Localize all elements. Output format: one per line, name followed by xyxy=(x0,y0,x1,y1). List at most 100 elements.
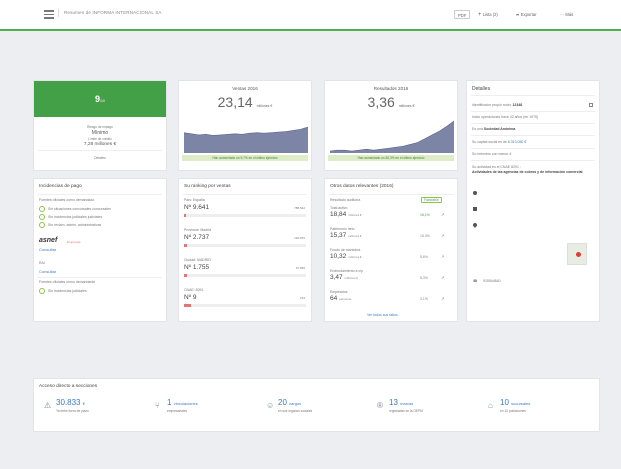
check-icon xyxy=(39,288,45,294)
ranking-label: Provincia: Madrid xyxy=(184,228,212,232)
acceso-sub: Ya debe fuera de plazo xyxy=(56,409,89,413)
ranking-bar xyxy=(184,214,306,217)
riesgo-value: Mínimo xyxy=(91,130,109,136)
acceso-sub: empresariales xyxy=(167,409,188,413)
detalles-card: Detalles Identificador propio ronin: 123… xyxy=(466,80,600,322)
ratio-pct: 16,1% xyxy=(420,213,430,217)
rai-label: RAI xyxy=(39,261,45,265)
add-icon: + xyxy=(478,12,482,18)
ranking-label: Ciudad: MADRID xyxy=(184,258,211,262)
consultar-rai-link[interactable]: Consultar xyxy=(39,269,56,274)
ratio-pct: 5,6% xyxy=(420,255,428,259)
exportar-button[interactable]: ➦ Exportar xyxy=(516,10,537,19)
acceso-value[interactable]: 13 marcas xyxy=(389,398,413,407)
acceso-value[interactable]: 10 sucursales xyxy=(500,398,530,407)
cnae-label: Su actividad es el CNAE 8291 : xyxy=(472,165,521,169)
ranking-bar-fill xyxy=(184,244,187,247)
ranking-bar-fill xyxy=(184,304,192,307)
ranking-total: 120.876 xyxy=(294,236,305,240)
location-icon xyxy=(473,191,477,195)
ranking-value: Nº 2.737 xyxy=(184,234,210,241)
asnef-logo: asnef xyxy=(39,237,58,244)
pdf-button[interactable]: PDF xyxy=(454,10,471,19)
trademark-icon: ® xyxy=(377,401,383,410)
ranking-value: Nº 1.755 xyxy=(184,264,210,271)
resultados-chart xyxy=(330,120,454,153)
riesgo-label: Riesgo de impago xyxy=(87,125,113,129)
page-title: Resumen de INFORMA INTERNACIONAL SA xyxy=(58,9,162,17)
more-icon: ⋯ xyxy=(560,12,565,17)
acceso-sub: en 10 poblaciones xyxy=(500,409,526,413)
check-icon xyxy=(39,214,45,220)
area-series xyxy=(330,121,454,153)
ratio-value: 18,84 millones € xyxy=(330,211,362,218)
ranking-value: Nº 9 xyxy=(184,294,197,301)
acceso-value[interactable]: 20 cargos xyxy=(278,398,301,407)
acceso-value[interactable]: 30.833 € xyxy=(56,398,85,407)
ratio-value: 64 personas xyxy=(330,295,352,302)
check-icon xyxy=(39,222,45,228)
acceso-sub: en sus órganos sociales xyxy=(278,409,313,413)
resultados-note: Han aumentado un 82,3% en el último ejer… xyxy=(328,155,454,161)
mas-button[interactable]: ⋯ Más xyxy=(560,10,573,19)
ratio-label: Empleados xyxy=(330,290,348,294)
branch-icon: ⌂ xyxy=(488,401,493,410)
lista-button[interactable]: + Lista (2) xyxy=(478,10,498,19)
people-icon: ☺ xyxy=(266,401,275,410)
incidencia-item: Sin situaciones concursales concursales xyxy=(48,207,111,211)
map-marker-icon xyxy=(576,252,581,257)
ranking-total: 788.542 xyxy=(294,206,305,210)
trend-icon: ↗ xyxy=(441,254,445,259)
acceso-value[interactable]: 1 vinculaciones xyxy=(167,398,198,407)
ranking-label: País: España xyxy=(184,198,205,202)
limite-label: Límite de crédito xyxy=(88,137,112,141)
top-bar: Resumen de INFORMA INTERNACIONAL SA PDF … xyxy=(0,0,621,31)
ratio-value: 3,47 millones € xyxy=(330,274,358,281)
capital-social: Su capital social es de 6.313.050 € xyxy=(472,140,527,144)
ranking-title: Su ranking por ventas xyxy=(184,184,231,189)
ratio-pct: 5,3% xyxy=(420,276,428,280)
map-thumbnail[interactable] xyxy=(567,243,587,265)
resultados-title: Resultados 2016 xyxy=(373,86,409,91)
score-header: 9/10 xyxy=(34,81,166,117)
consultar-asnef-link[interactable]: Consultar xyxy=(39,247,56,252)
limite-value: 7,28 millones € xyxy=(83,142,117,147)
ventas-chart xyxy=(184,126,308,153)
phone-number[interactable]: 915544840 xyxy=(483,279,501,283)
map-pin-icon xyxy=(472,222,478,228)
inicio-operaciones: Inicio operaciones hace 42 años (en 1975… xyxy=(472,115,539,119)
export-icon: ➦ xyxy=(516,12,520,17)
ranking-bar xyxy=(184,274,306,277)
cnae-value: Actividades de las agencias de cobros y … xyxy=(472,170,583,174)
ranking-bar-fill xyxy=(184,274,188,277)
ratio-value: 10,32 millones € xyxy=(330,253,362,260)
ranking-card: Su ranking por ventas País: España Nº 9.6… xyxy=(178,178,312,322)
resultados-card: Resultados 2016 3,36 millones € Han aume… xyxy=(324,80,458,171)
ranking-bar-fill xyxy=(184,214,187,217)
email-icon xyxy=(473,207,477,211)
ranking-total: 67.825 xyxy=(295,266,305,270)
score-card: 9/10 Riesgo de impago Mínimo Límite de c… xyxy=(33,80,167,171)
ratio-pct: 16,3% xyxy=(420,234,430,238)
ventas-title: Ventas 2016 xyxy=(232,86,258,91)
ranking-total: 154 xyxy=(299,296,305,300)
capital-link[interactable]: 6.313.050 € xyxy=(508,140,527,144)
ratio-label: Patrimonio neto xyxy=(330,227,355,231)
resultado-auditoria-label: Resultado auditoría xyxy=(330,198,361,202)
phone-icon: ☎ xyxy=(473,279,478,283)
check-icon xyxy=(39,206,45,212)
warning-icon: ⚠ xyxy=(44,401,52,410)
otros-card: Otros datos relevantes (2016) Resultado … xyxy=(324,178,458,322)
identificador: Identificador propio ronin: 12348 xyxy=(472,103,523,107)
edit-icon[interactable] xyxy=(589,103,593,107)
accesos-title: Acceso directo a secciones xyxy=(39,384,98,389)
menu-icon[interactable] xyxy=(44,10,54,19)
ventas-note: Han aumentado un 9,7% en el último ejerc… xyxy=(182,155,308,161)
score-details-link[interactable]: Detalles xyxy=(34,156,166,160)
ratio-label: Endeudamiento a c/p xyxy=(330,269,364,273)
ver-todos-link[interactable]: Ver todos sus ratios xyxy=(367,313,398,317)
auditoria-badge: Favorable xyxy=(421,197,442,203)
incidencia-item: Sin incidencias judiciales xyxy=(48,289,87,293)
incidencias-title: Incidencias de pago xyxy=(39,184,82,189)
forma-juridica: Es una Sociedad Anónima xyxy=(472,127,516,131)
